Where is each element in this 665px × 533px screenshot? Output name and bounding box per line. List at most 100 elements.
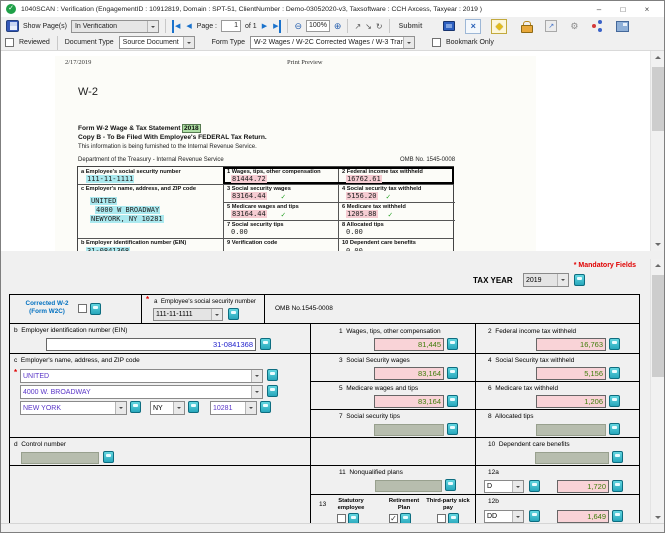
- box1-input[interactable]: 81,445: [374, 338, 444, 351]
- export-icon[interactable]: ↗: [545, 20, 557, 32]
- reviewed-checkbox[interactable]: [5, 38, 14, 47]
- tax-year-select[interactable]: 2019: [523, 273, 569, 287]
- calculator-icon[interactable]: [447, 367, 458, 379]
- calculator-icon[interactable]: [103, 451, 114, 463]
- image-icon[interactable]: [616, 21, 629, 32]
- share-icon[interactable]: [591, 20, 603, 32]
- box3-input[interactable]: 83,164: [374, 367, 444, 380]
- box11-label: 11 Nonqualified plans: [339, 469, 403, 476]
- close-button[interactable]: ×: [635, 5, 659, 14]
- calculator-icon[interactable]: [529, 480, 540, 492]
- retirement-plan-checkbox[interactable]: ✓: [389, 514, 398, 523]
- zoom-input[interactable]: 100%: [306, 20, 330, 32]
- box5-input[interactable]: 83,164: [374, 395, 444, 408]
- form-type-select[interactable]: W-2 Wages / W-2C Corrected Wages / W-3 T…: [250, 36, 415, 49]
- scrollbar-thumb[interactable]: [652, 67, 664, 131]
- box8-input[interactable]: [536, 424, 606, 436]
- next-page-button[interactable]: ▶: [261, 20, 268, 33]
- calculator-icon[interactable]: [260, 401, 271, 413]
- calculator-icon[interactable]: [612, 480, 623, 492]
- corrected-w2-checkbox[interactable]: [78, 304, 87, 313]
- zoom-in-icon[interactable]: ⊕: [334, 20, 342, 33]
- box6-label: 6 Medicare tax withheld: [488, 385, 558, 392]
- box11-input[interactable]: [375, 480, 442, 492]
- calculator-icon[interactable]: [267, 385, 278, 397]
- view-mode-select[interactable]: In Verification: [71, 20, 159, 33]
- doc-box7-value: 0.00: [231, 228, 248, 236]
- chevron-down-icon: [403, 37, 414, 48]
- calculator-icon[interactable]: [609, 395, 620, 407]
- calculator-icon[interactable]: [612, 510, 623, 522]
- save-icon[interactable]: [6, 20, 19, 32]
- ssn-cell: * a Employee's social security number 11…: [142, 295, 265, 324]
- scroll-up-icon[interactable]: [651, 51, 664, 65]
- calculator-icon[interactable]: [609, 423, 620, 435]
- verified-check-icon: ✓: [281, 192, 286, 201]
- calculator-icon[interactable]: [260, 338, 271, 350]
- lock-icon[interactable]: [520, 20, 532, 32]
- control-number-input[interactable]: [21, 452, 99, 464]
- calculator-icon[interactable]: [612, 451, 623, 463]
- box7-input[interactable]: [374, 424, 444, 436]
- calculator-icon[interactable]: [228, 308, 239, 320]
- annotate-arrow-icon[interactable]: ↘: [365, 22, 372, 31]
- calculator-icon[interactable]: [447, 423, 458, 435]
- diamond-tool-button[interactable]: ◆: [491, 19, 507, 34]
- calculator-icon[interactable]: [188, 401, 199, 413]
- employer-zip-select[interactable]: 10281: [210, 401, 257, 415]
- ein-input[interactable]: 31-0841368: [46, 338, 256, 351]
- scroll-down-icon[interactable]: [651, 510, 665, 524]
- box12a-input[interactable]: 1,720: [557, 480, 609, 493]
- box8-cell: 8 Allocated tips: [476, 410, 640, 438]
- calculator-icon[interactable]: [267, 369, 278, 381]
- form-scrollbar[interactable]: [650, 259, 664, 524]
- annotate-line-icon[interactable]: ↗: [354, 22, 361, 31]
- employer-name-select[interactable]: UNITED: [20, 369, 263, 383]
- maximize-button[interactable]: □: [611, 5, 635, 14]
- chevron-down-icon: [557, 274, 568, 286]
- gear-icon[interactable]: ⚙: [570, 20, 578, 32]
- prev-page-button[interactable]: ◀: [185, 20, 192, 33]
- scroll-down-icon[interactable]: [651, 237, 664, 251]
- monitor-icon[interactable]: [443, 21, 455, 31]
- calculator-icon[interactable]: [574, 274, 585, 286]
- bookmark-only-checkbox[interactable]: [432, 38, 441, 47]
- calculator-icon[interactable]: [447, 395, 458, 407]
- box6-input[interactable]: 1,206: [536, 395, 606, 408]
- calculator-icon[interactable]: [445, 479, 456, 491]
- delete-page-button[interactable]: ×: [465, 19, 481, 34]
- box2-input[interactable]: 16,763: [536, 338, 606, 351]
- scroll-up-icon[interactable]: [651, 259, 665, 273]
- doc-box5-value: 83164.44: [231, 210, 267, 218]
- document-toolbar: Reviewed Document Type Source Document F…: [1, 35, 664, 51]
- employer-city-select[interactable]: NEW YORK: [20, 401, 127, 415]
- box10-input[interactable]: [535, 452, 609, 464]
- box12b-code-select[interactable]: DD: [484, 510, 524, 523]
- rotate-icon[interactable]: ↻: [376, 22, 383, 31]
- doc-box8-value: 0.00: [346, 228, 363, 236]
- submit-button[interactable]: Submit: [396, 23, 426, 30]
- calculator-icon[interactable]: [90, 303, 101, 315]
- scrollbar-thumb[interactable]: [652, 275, 664, 377]
- zoom-out-icon[interactable]: ⊖: [294, 20, 302, 33]
- doc-box2-value: 16762.61: [346, 175, 382, 183]
- minimize-button[interactable]: –: [587, 5, 611, 14]
- box12a-code-select[interactable]: D: [484, 480, 524, 493]
- page-input[interactable]: 1: [221, 20, 241, 32]
- employer-state-select[interactable]: NY: [150, 401, 185, 415]
- box12b-input[interactable]: 1,649: [557, 510, 609, 523]
- statutory-employee-checkbox[interactable]: [337, 514, 346, 523]
- calculator-icon[interactable]: [609, 367, 620, 379]
- calculator-icon[interactable]: [447, 338, 458, 350]
- employer-street-select[interactable]: 4000 W. BROADWAY: [20, 385, 263, 399]
- calculator-icon[interactable]: [130, 401, 141, 413]
- calculator-icon[interactable]: [609, 338, 620, 350]
- box4-input[interactable]: 5,156: [536, 367, 606, 380]
- calculator-icon[interactable]: [529, 510, 540, 522]
- first-page-button[interactable]: ◀: [172, 20, 181, 33]
- ssn-select[interactable]: 111-11-1111: [153, 308, 223, 321]
- preview-scrollbar[interactable]: [650, 51, 664, 251]
- document-type-select[interactable]: Source Document: [119, 36, 195, 49]
- last-page-button[interactable]: ▶: [272, 20, 281, 33]
- third-party-sick-pay-checkbox[interactable]: [437, 514, 446, 523]
